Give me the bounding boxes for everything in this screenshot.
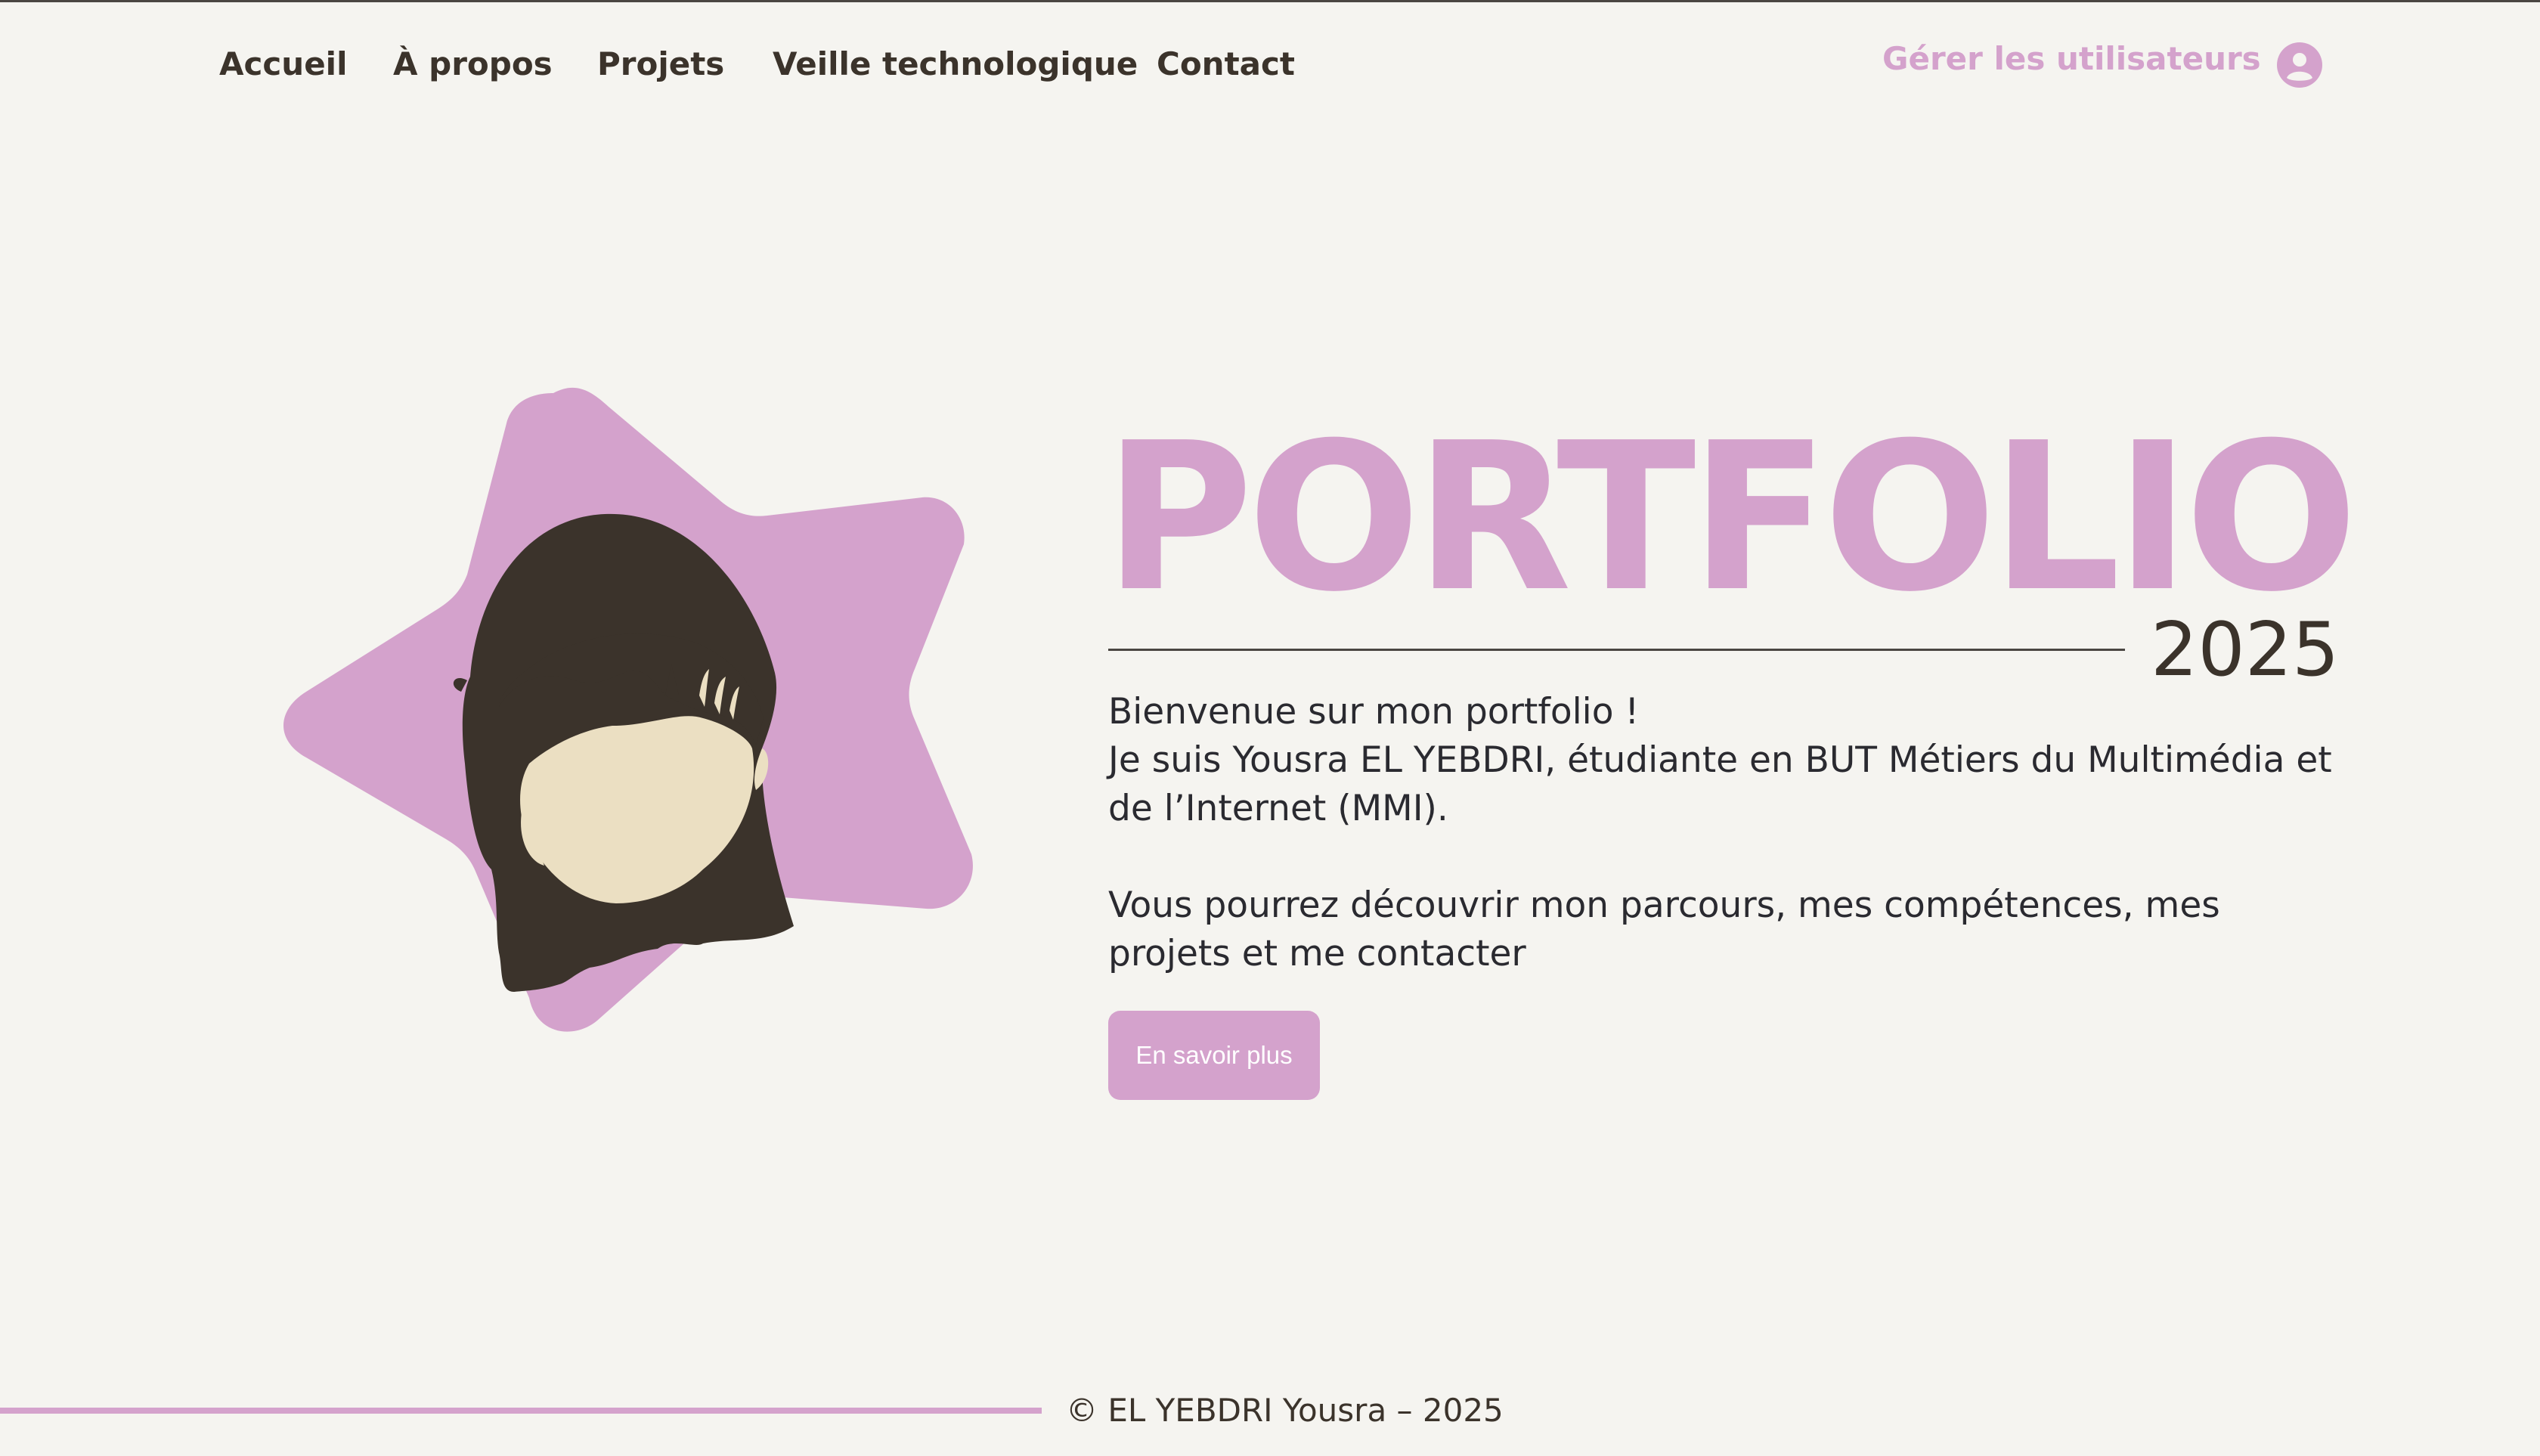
manage-users-link[interactable]: Gérer les utilisateurs xyxy=(1882,36,2261,82)
nav-item-a-propos[interactable]: À propos xyxy=(393,42,553,87)
footer-accent-line xyxy=(0,1408,1042,1414)
nav-item-accueil[interactable]: Accueil xyxy=(219,42,347,87)
footer-copyright: © EL YEBDRI Yousra – 2025 xyxy=(1066,1392,1504,1429)
main-nav: Accueil À propos Projets Veille technolo… xyxy=(0,0,2540,129)
hero-year: 2025 xyxy=(2151,607,2340,693)
learn-more-button[interactable]: En savoir plus xyxy=(1108,1011,1320,1100)
intro-line-identity: Je suis Yousra EL YEBDRI, étudiante en B… xyxy=(1108,739,2332,829)
intro-line-discover: Vous pourrez découvrir mon parcours, mes… xyxy=(1108,884,2220,974)
nav-item-veille[interactable]: Veille technologique xyxy=(773,42,1138,87)
intro-line-welcome: Bienvenue sur mon portfolio ! xyxy=(1108,691,1640,733)
intro-text: Bienvenue sur mon portfolio ! Je suis Yo… xyxy=(1108,688,2348,978)
hero-title: PORTFOLIO xyxy=(1104,398,2358,637)
avatar-star-illustration xyxy=(283,387,973,1032)
nav-item-projets[interactable]: Projets xyxy=(597,42,724,87)
user-circle-icon[interactable] xyxy=(2277,42,2322,88)
nav-item-contact[interactable]: Contact xyxy=(1157,42,1295,87)
title-divider xyxy=(1108,649,2125,651)
